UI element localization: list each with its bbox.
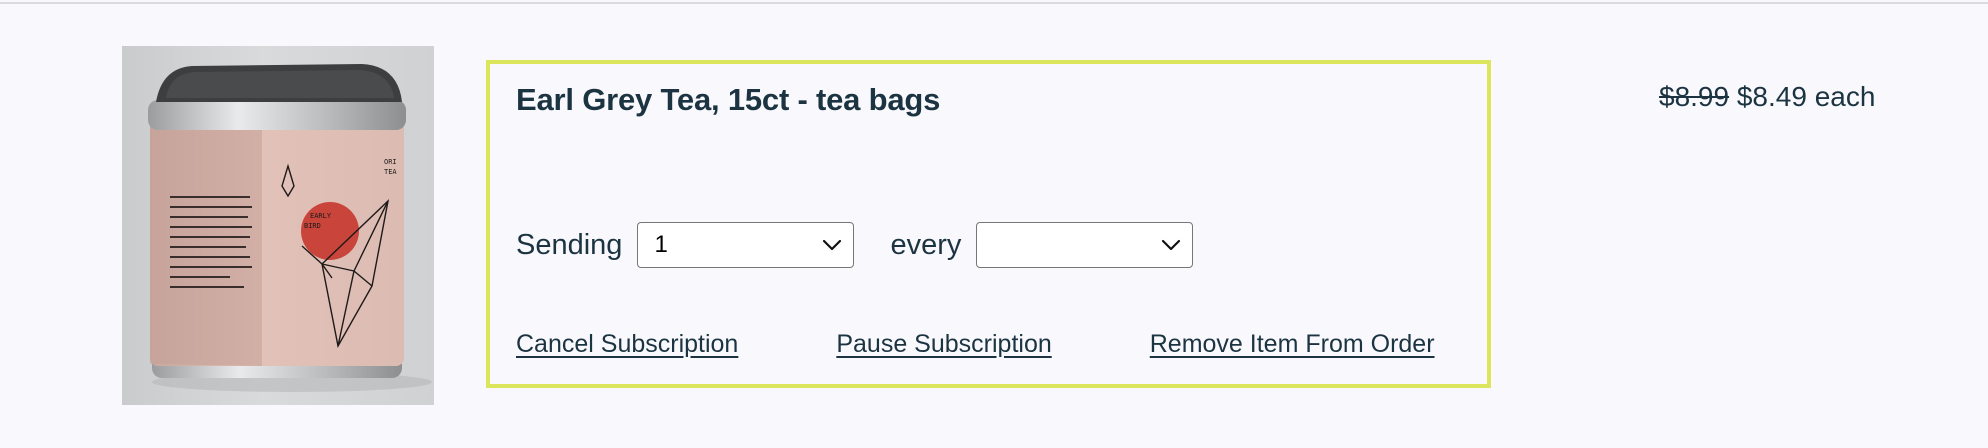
every-label: every — [890, 228, 962, 261]
svg-text:BIRD: BIRD — [304, 222, 321, 230]
product-image: ORI TEA EARLY BIRD — [122, 46, 434, 405]
pause-subscription-link[interactable]: Pause Subscription — [836, 330, 1051, 359]
quantity-value: 1 — [654, 231, 668, 258]
current-price: $8.49 each — [1736, 81, 1876, 112]
subscription-actions: Cancel Subscription Pause Subscription R… — [516, 327, 1435, 361]
svg-text:ORI: ORI — [384, 158, 397, 166]
price: $8.99 $8.49 each — [1659, 81, 1875, 113]
delivery-settings-row: Sending 1 every — [516, 222, 1194, 268]
remove-item-link[interactable]: Remove Item From Order — [1150, 330, 1435, 359]
subscription-item-card: Earl Grey Tea, 15ct - tea bags Sending 1… — [486, 60, 1491, 388]
chevron-down-icon — [1162, 239, 1181, 251]
quantity-select[interactable]: 1 — [637, 222, 855, 268]
cancel-subscription-link[interactable]: Cancel Subscription — [516, 330, 738, 359]
top-divider — [0, 2, 1988, 4]
svg-text:TEA: TEA — [384, 168, 397, 176]
original-price: $8.99 — [1659, 81, 1730, 112]
product-title: Earl Grey Tea, 15ct - tea bags — [516, 82, 941, 117]
sending-label: Sending — [516, 228, 623, 261]
tea-tin-image: ORI TEA EARLY BIRD — [148, 64, 432, 392]
frequency-select[interactable] — [976, 222, 1194, 268]
svg-text:EARLY: EARLY — [310, 212, 332, 220]
chevron-down-icon — [823, 239, 842, 251]
